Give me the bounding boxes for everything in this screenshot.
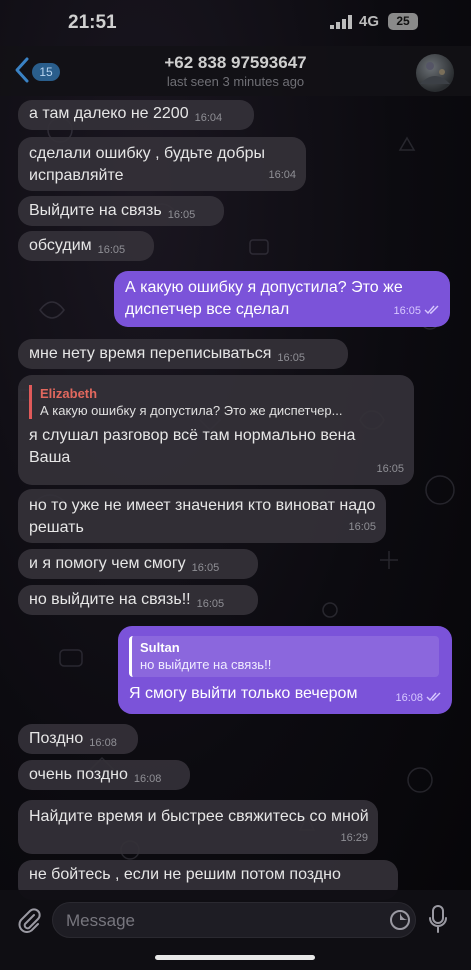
message-bubble-reply[interactable]: Elizabeth А какую ошибку я допустила? Эт… [18, 375, 414, 485]
message-bubble[interactable]: очень поздно 16:08 [18, 760, 190, 790]
cellular-signal-icon [330, 15, 352, 29]
reply-snippet: А какую ошибку я допустила? Это же диспе… [40, 403, 343, 418]
sticker-icon[interactable] [389, 909, 411, 931]
message-text: а там далеко не 2200 [29, 105, 189, 122]
message-time: 16:05 [348, 521, 376, 533]
message-bubble[interactable]: обсудим 16:05 [18, 231, 154, 261]
message-bubble[interactable]: мне нету время переписываться 16:05 [18, 339, 348, 369]
message-text: Поздно [29, 730, 84, 747]
message-text: я слушал разговор всё там нормально вена… [29, 427, 356, 466]
message-time: 16:05 [97, 244, 126, 256]
message-bubble[interactable]: Выйдите на связь 16:05 [18, 196, 224, 226]
message-time: 16:08 [89, 737, 117, 749]
avatar-image-icon [420, 62, 450, 84]
avatar[interactable] [416, 54, 454, 92]
message-text: Найдите время и быстрее свяжитесь со мно… [29, 808, 369, 825]
message-time: 16:08 [133, 773, 162, 785]
message-time: 16:04 [268, 169, 296, 181]
message-status: 16:08 [395, 687, 442, 709]
message-text: очень поздно [29, 766, 128, 783]
message-bubble-outgoing-reply[interactable]: Sultan но выйдите на связь!! Я смогу вый… [118, 626, 452, 714]
message-text: не бойтесь , если не решим потом поздно [29, 866, 341, 883]
reply-author: Elizabeth [40, 386, 98, 401]
clock: 21:51 [68, 12, 117, 33]
message-text: Я смогу выйти только вечером [129, 685, 358, 702]
message-time: 16:05 [191, 562, 220, 574]
message-time: 16:05 [196, 598, 225, 610]
network-type: 4G [359, 13, 380, 30]
message-text: но выйдите на связь!! [29, 591, 191, 608]
message-bubble[interactable]: Поздно 16:08 [18, 724, 138, 754]
message-text: обсудим [29, 237, 92, 254]
attach-paperclip-icon[interactable] [16, 907, 42, 933]
message-bubble[interactable]: и я помогу чем смогу 16:05 [18, 549, 258, 579]
message-bubble[interactable]: но то уже не имеет значения кто виноват … [18, 489, 386, 543]
microphone-icon[interactable] [428, 904, 448, 934]
message-bubble-outgoing[interactable]: А какую ошибку я допустила? Это же диспе… [114, 271, 450, 327]
message-input[interactable]: Message [52, 902, 416, 938]
quoted-reply[interactable]: Sultan но выйдите на связь!! [129, 636, 439, 677]
status-bar: 21:51 4G 25 [0, 0, 471, 46]
message-text: мне нету время переписываться [29, 345, 272, 362]
double-check-icon [426, 692, 441, 701]
message-text: и я помогу чем смогу [29, 555, 186, 572]
battery-icon: 25 [388, 13, 418, 30]
message-input-placeholder: Message [66, 911, 135, 930]
message-text: но то уже не имеет значения кто виноват … [29, 497, 376, 536]
message-bubble[interactable]: но выйдите на связь!! 16:05 [18, 585, 258, 615]
contact-title[interactable]: +62 838 97593647 [0, 53, 471, 73]
message-time: 16:08 [395, 692, 423, 704]
message-time: 16:05 [393, 305, 421, 317]
message-status: 16:05 [393, 300, 440, 322]
chat-screen: 21:51 4G 25 15 +62 838 97593647 last see… [0, 0, 471, 970]
message-time: 16:04 [194, 112, 223, 124]
reply-snippet: но выйдите на связь!! [140, 657, 272, 672]
message-bubble[interactable]: Найдите время и быстрее свяжитесь со мно… [18, 800, 378, 854]
last-seen-status: last seen 3 minutes ago [166, 74, 305, 89]
message-bubble[interactable]: сделали ошибку , будьте добры исправляйт… [18, 137, 306, 191]
chat-header: 15 +62 838 97593647 last seen 3 minutes … [0, 46, 471, 96]
message-time: 16:05 [277, 352, 305, 364]
quoted-reply[interactable]: Elizabeth А какую ошибку я допустила? Эт… [29, 385, 403, 419]
home-indicator[interactable] [155, 955, 315, 960]
double-check-icon [424, 305, 439, 314]
message-time: 16:05 [167, 209, 196, 221]
reply-author: Sultan [140, 640, 180, 655]
message-bubble[interactable]: а там далеко не 2200 16:04 [18, 100, 254, 130]
message-text: Выйдите на связь [29, 202, 162, 219]
message-time: 16:05 [376, 463, 404, 475]
message-time: 16:29 [340, 832, 368, 844]
message-text: сделали ошибку , будьте добры исправляйт… [29, 145, 265, 184]
